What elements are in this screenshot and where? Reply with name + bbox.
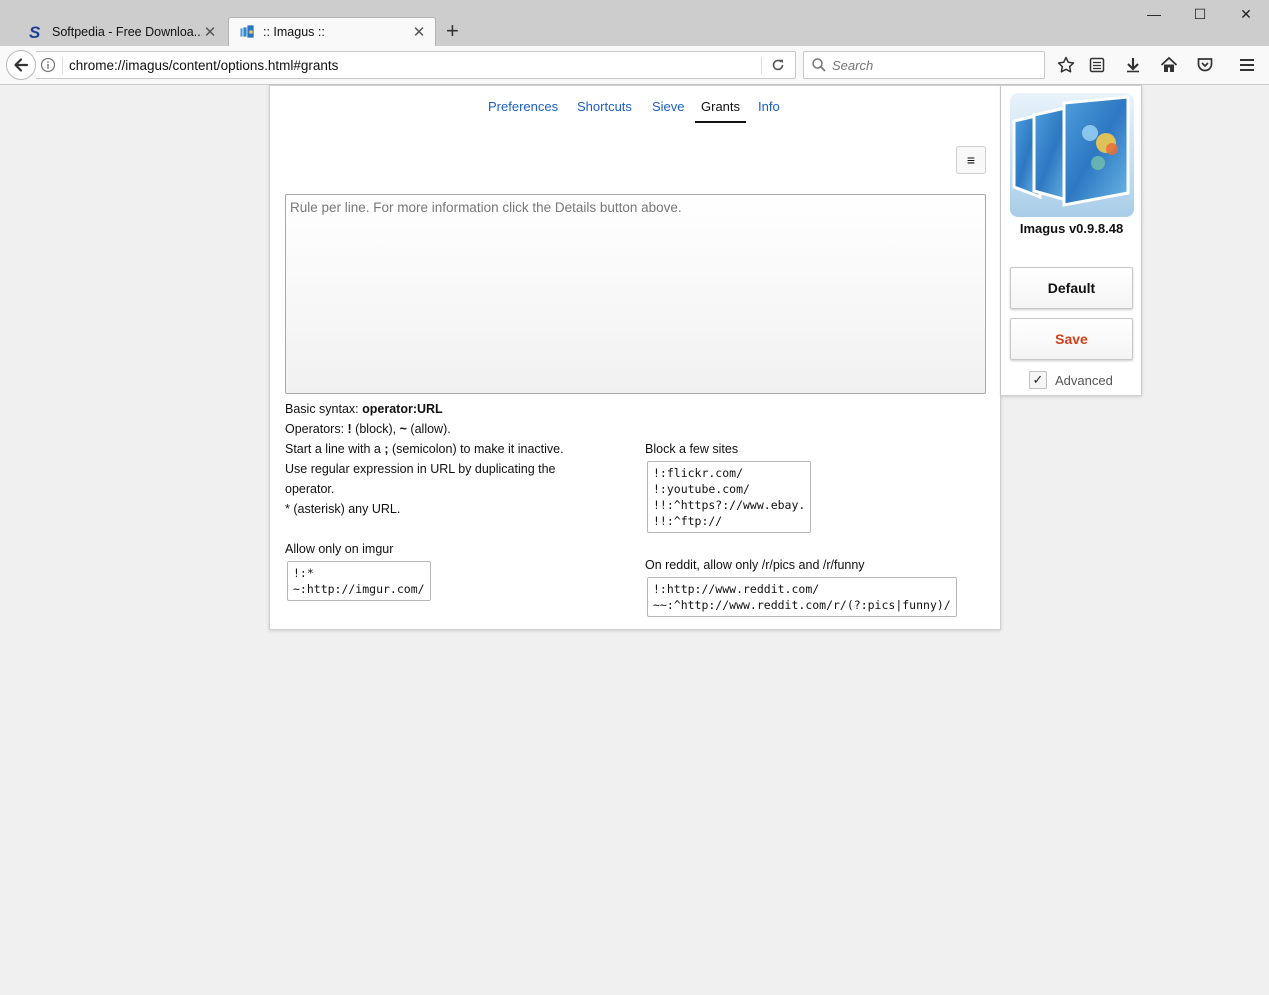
bookmarks-list-icon[interactable] xyxy=(1087,55,1107,75)
version-label: Imagus v0.9.8.48 xyxy=(1019,221,1124,236)
tab-info[interactable]: Info xyxy=(758,99,780,114)
back-button[interactable] xyxy=(6,50,36,80)
tab-strip: S Softpedia - Free Downloa... ✕ :: Imagu… xyxy=(0,0,1269,46)
maximize-button[interactable]: ☐ xyxy=(1188,6,1212,26)
tab-shortcuts[interactable]: Shortcuts xyxy=(577,99,632,114)
tab-softpedia[interactable]: S Softpedia - Free Downloa... ✕ xyxy=(18,17,226,46)
menu-hamburger-icon[interactable] xyxy=(1237,55,1257,75)
example-title: On reddit, allow only /r/pics and /r/fun… xyxy=(645,558,865,572)
help-line-operators: Operators: ! (block), ~ (allow). xyxy=(285,422,451,436)
help-line-semicolon: Start a line with a ; (semicolon) to mak… xyxy=(285,442,564,456)
example-code: !:flickr.com/ !:youtube.com/ !!:^https?:… xyxy=(647,461,812,533)
close-window-button[interactable]: ✕ xyxy=(1234,6,1258,26)
options-panel: Preferences Shortcuts Sieve Grants Info … xyxy=(269,85,1001,630)
separator xyxy=(62,57,63,74)
tab-grants[interactable]: Grants xyxy=(694,99,747,123)
advanced-toggle[interactable]: ✓ Advanced xyxy=(1029,371,1113,389)
tab-preferences[interactable]: Preferences xyxy=(488,99,558,114)
save-button[interactable]: Save xyxy=(1010,318,1133,360)
imagus-logo-icon xyxy=(1010,93,1134,217)
minimize-button[interactable]: — xyxy=(1142,6,1166,26)
search-input[interactable] xyxy=(830,56,1030,74)
info-icon[interactable] xyxy=(40,57,56,73)
help-line-asterisk: * (asterisk) any URL. xyxy=(285,502,401,516)
syntax-help: Basic syntax: operator:URL Operators: ! … xyxy=(285,399,625,519)
options-nav-tabs: Preferences Shortcuts Sieve Grants Info xyxy=(270,99,1000,125)
help-line-regex-cont: operator. xyxy=(285,482,335,496)
help-line-syntax: Basic syntax: operator:URL xyxy=(285,402,443,416)
bookmark-star-icon[interactable] xyxy=(1056,55,1076,75)
home-icon[interactable] xyxy=(1159,55,1179,75)
tab-title: :: Imagus :: xyxy=(263,25,325,39)
tab-sieve[interactable]: Sieve xyxy=(652,99,685,114)
example-title: Block a few sites xyxy=(645,442,739,456)
example-code: !:http://www.reddit.com/ ~~:^http://www.… xyxy=(647,577,957,617)
help-line-regex: Use regular expression in URL by duplica… xyxy=(285,462,556,476)
tab-imagus[interactable]: :: Imagus :: ✕ xyxy=(228,17,436,46)
example-title: Allow only on imgur xyxy=(285,542,394,556)
example-code: !:* ~:http://imgur.com/ xyxy=(287,561,431,601)
tab-title: Softpedia - Free Downloa... xyxy=(52,24,202,39)
advanced-label: Advanced xyxy=(1055,372,1113,388)
download-icon[interactable] xyxy=(1123,55,1143,75)
tab-close-icon[interactable]: ✕ xyxy=(411,23,427,41)
svg-text:S: S xyxy=(29,24,41,40)
grants-textarea[interactable] xyxy=(285,194,986,394)
tab-close-icon[interactable]: ✕ xyxy=(202,23,218,41)
reload-icon[interactable] xyxy=(769,56,787,74)
url-bar[interactable]: chrome://imagus/content/options.html#gra… xyxy=(36,51,796,79)
new-tab-button[interactable]: + xyxy=(446,19,459,43)
pocket-icon[interactable] xyxy=(1195,55,1215,75)
imagus-favicon-icon xyxy=(239,24,255,39)
search-bar[interactable] xyxy=(803,51,1045,79)
separator xyxy=(761,57,762,74)
sidebar: Imagus v0.9.8.48 Default Save ✓ Advanced xyxy=(1001,85,1142,396)
nav-bar: chrome://imagus/content/options.html#gra… xyxy=(0,46,1269,85)
advanced-checkbox[interactable]: ✓ xyxy=(1029,371,1047,389)
search-icon xyxy=(812,58,826,72)
default-button[interactable]: Default xyxy=(1010,267,1133,309)
details-menu-button[interactable]: ≡ xyxy=(956,146,986,174)
url-text[interactable]: chrome://imagus/content/options.html#gra… xyxy=(69,58,338,73)
softpedia-favicon-icon: S xyxy=(29,24,41,40)
back-arrow-icon xyxy=(14,58,29,72)
syntax-bold: operator:URL xyxy=(362,402,443,416)
